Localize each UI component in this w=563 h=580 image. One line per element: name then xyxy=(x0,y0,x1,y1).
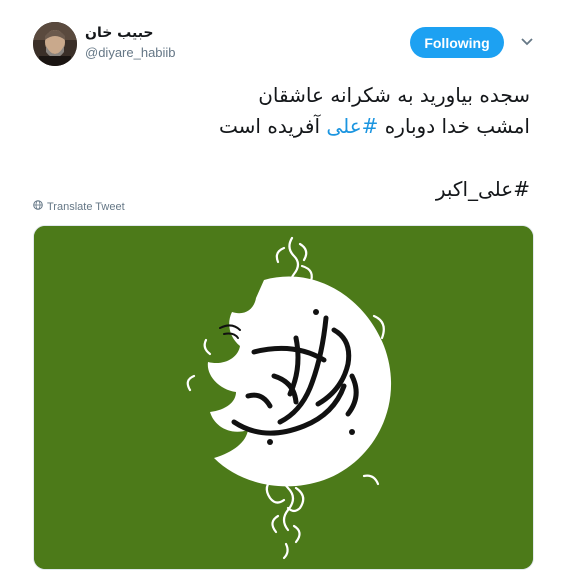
tweet-line-1: سجده بیاورید به شکرانه عاشقان xyxy=(258,83,530,107)
tweet-line-2-end: آفریده است xyxy=(219,114,327,138)
tweet-card: حبیب خان @diyare_habiib Following سجده ب… xyxy=(0,0,563,580)
display-name[interactable]: حبیب خان xyxy=(85,25,154,41)
tweet-text: سجده بیاورید به شکرانه عاشقان امشب خدا د… xyxy=(40,80,530,205)
user-handle[interactable]: @diyare_habiib xyxy=(85,45,176,60)
globe-icon xyxy=(33,200,43,213)
tweet-line-2: امشب خدا دوباره #علی آفریده است xyxy=(40,111,530,142)
tweet-line-2-start: امشب خدا دوباره xyxy=(378,114,530,138)
avatar[interactable] xyxy=(33,22,77,66)
calligraphy-artwork xyxy=(34,226,533,569)
hashtag-link[interactable]: #علی xyxy=(326,114,378,138)
translate-tweet-link[interactable]: Translate Tweet xyxy=(33,200,125,213)
translate-label: Translate Tweet xyxy=(47,200,125,213)
following-button[interactable]: Following xyxy=(410,27,504,58)
chevron-down-icon[interactable] xyxy=(519,35,535,49)
tweet-image[interactable] xyxy=(33,225,534,570)
